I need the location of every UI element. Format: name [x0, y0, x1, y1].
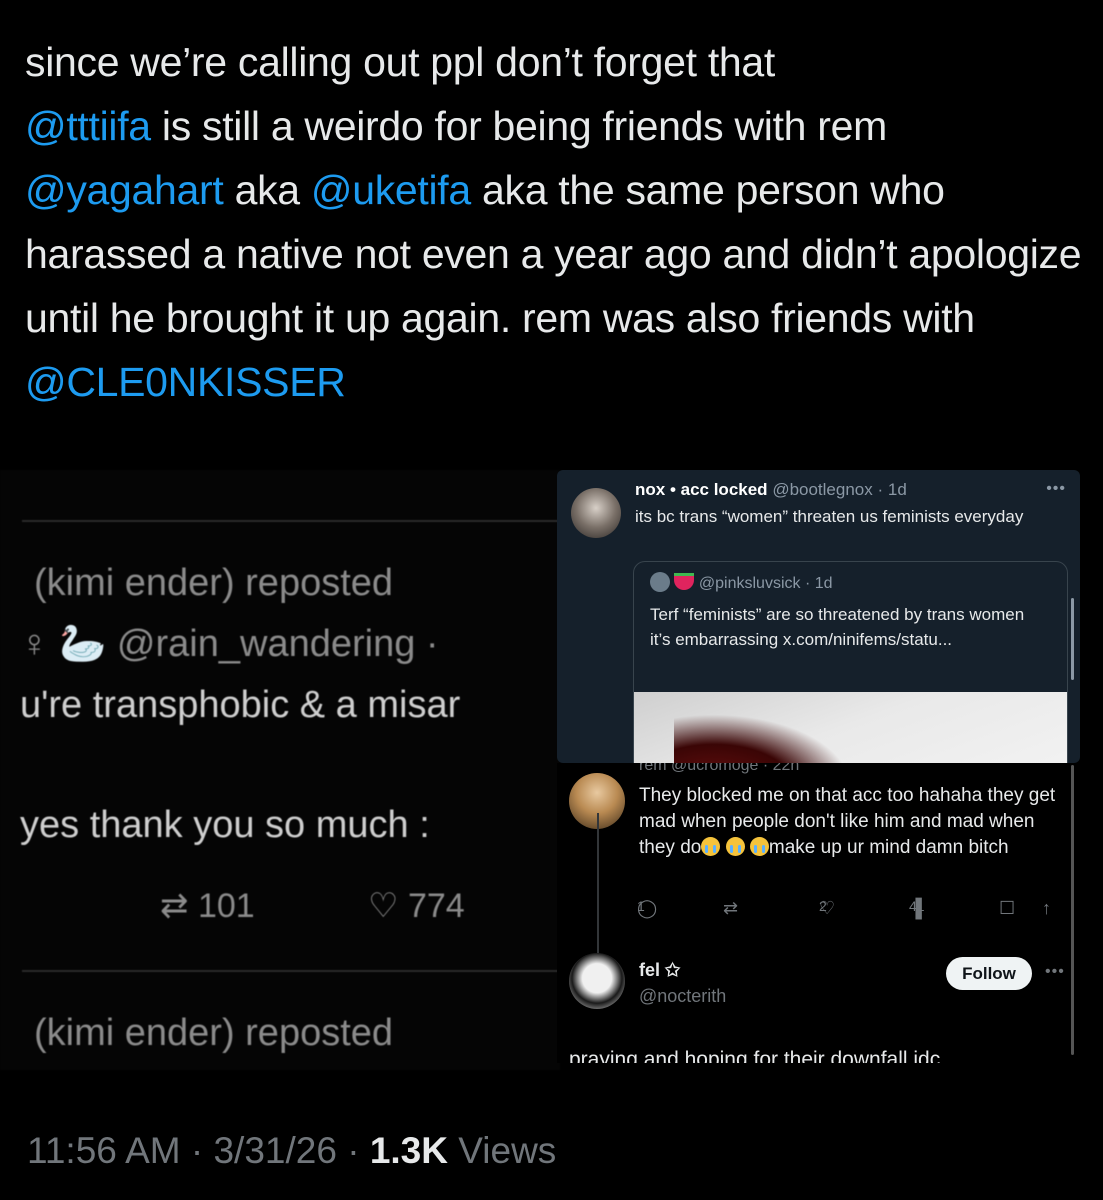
nox-post-card[interactable]: nox • acc locked @bootlegnox · 1d ••• it… [557, 470, 1080, 763]
like-count: ♡ 774 [368, 886, 465, 926]
like-value: 774 [407, 887, 465, 925]
crying-emoji-icon [749, 837, 769, 856]
retweet-count: ⇄ 101 [160, 886, 255, 926]
quoted-time: 1d [814, 575, 833, 592]
retweet-icon: ⇄ [160, 887, 189, 925]
divider [22, 970, 560, 972]
mention-link[interactable]: @uketifa [311, 167, 471, 213]
crying-emoji-icon [701, 837, 721, 856]
like-count: 2 [819, 898, 827, 914]
post-header: nox • acc locked @bootlegnox · 1d [635, 480, 907, 499]
quoted-handle: @pinksluvsick [698, 575, 801, 592]
scrollbar[interactable] [1071, 598, 1074, 680]
tweet-time: 11:56 AM [27, 1130, 181, 1171]
reply-text: They blocked me on that acc too hahaha t… [639, 783, 1059, 861]
reply-post-card[interactable]: rem @ucromoge · 22h They blocked me on t… [557, 763, 1080, 1063]
scrollbar[interactable] [1071, 765, 1074, 1055]
action-bar: ◯ 1 ⇄ ♡ 2 ▐ 41 ☐ ↑ [637, 898, 1067, 922]
author-name[interactable]: fel ✩ [639, 960, 680, 981]
cut-header: rem @ucromoge · 22h [639, 763, 800, 774]
follow-button[interactable]: Follow [946, 957, 1032, 990]
watermelon-icon [674, 573, 695, 590]
quoted-post[interactable]: @pinksluvsick · 1d Terf “feminists” are … [633, 561, 1068, 763]
tweet-text-part: aka [223, 167, 311, 213]
quoted-image[interactable] [634, 692, 1067, 763]
mention-link[interactable]: @tttiifa [25, 103, 151, 149]
post-text: praying and hoping for their downfall id… [569, 1048, 941, 1063]
reply-text-part: make up ur mind damn bitch [768, 837, 1009, 858]
tweet-text: since we’re calling out ppl don’t forget… [25, 30, 1085, 414]
avatar[interactable] [569, 953, 625, 1009]
views-label: Views [458, 1130, 557, 1171]
tweet-text-part: since we’re calling out ppl don’t forget… [25, 39, 776, 85]
left-screenshot: (kimi ender) reposted ♀ 🦢 @rain_wanderin… [0, 470, 560, 1070]
tweet-date: 3/31/26 [213, 1130, 337, 1171]
mention-link[interactable]: @CLE0NKISSER [25, 359, 346, 405]
post-time: 1d [887, 480, 907, 499]
author-handle[interactable]: @nocterith [639, 986, 726, 1007]
quoted-text: Terf “feminists” are so threatened by tr… [650, 605, 1025, 649]
views-count: 41 [909, 898, 925, 914]
author-line: ♀ 🦢 @rain_wandering · [20, 623, 439, 665]
more-options-icon[interactable]: ••• [1045, 963, 1065, 981]
tweet-text-part: is still a weirdo for being friends with… [150, 103, 887, 149]
crying-emoji-icon [725, 837, 745, 856]
reply-count: 1 [637, 898, 645, 914]
more-options-icon[interactable]: ••• [1046, 480, 1066, 498]
post-text: its bc trans “women” threaten us feminis… [635, 507, 1024, 526]
mention-link[interactable]: @yagahart [25, 167, 224, 213]
author-handle[interactable]: @bootlegnox [772, 480, 872, 499]
heart-icon: ♡ [368, 887, 399, 925]
share-icon: ↑ [1042, 898, 1051, 918]
avatar [650, 572, 670, 592]
retweet-icon: ⇄ [723, 898, 739, 918]
views-count: 1.3K [369, 1130, 448, 1171]
reply-text: yes thank you so much : [20, 804, 430, 846]
avatar[interactable] [571, 488, 621, 538]
author-name[interactable]: nox • acc locked [635, 480, 768, 499]
tweet-meta: 11:56 AM · 3/31/26 · 1.3K Views [27, 1130, 557, 1171]
repost-label: (kimi ender) reposted [34, 562, 394, 604]
post-text: u're transphobic & a misar [20, 684, 461, 726]
retweet-value: 101 [197, 887, 255, 925]
divider [22, 520, 560, 522]
repost-label: (kimi ender) reposted [34, 1012, 394, 1054]
quoted-header: @pinksluvsick · 1d [650, 572, 833, 593]
bookmark-icon: ☐ [999, 898, 1016, 918]
